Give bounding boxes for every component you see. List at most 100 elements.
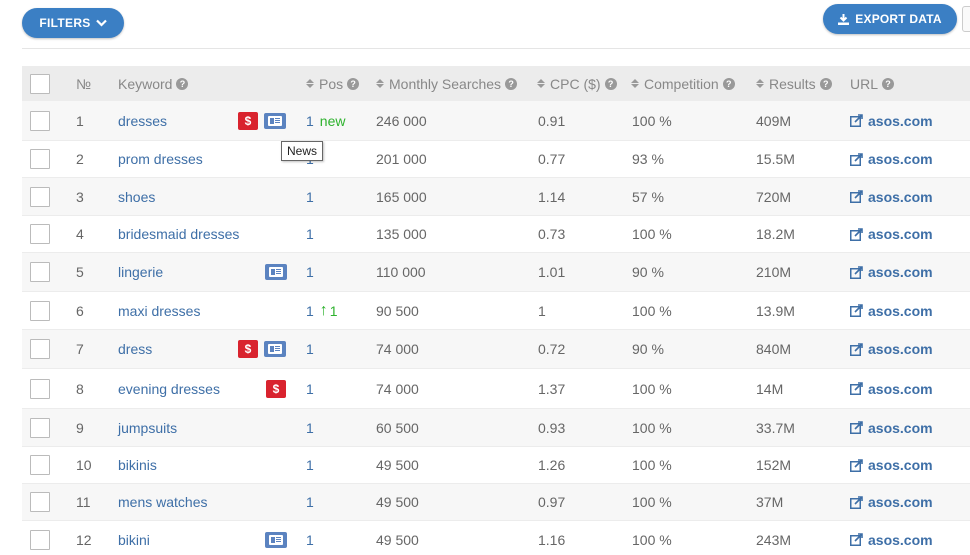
row-select-cell <box>30 141 50 177</box>
keyword-link[interactable]: prom dresses <box>118 141 203 177</box>
header-pos[interactable]: Pos ? <box>306 66 360 101</box>
url-link[interactable]: asos.com <box>850 484 933 520</box>
monthly-searches-value: 49 500 <box>376 457 419 473</box>
keyword-link[interactable]: dresses <box>118 101 167 140</box>
row-checkbox[interactable] <box>30 149 50 169</box>
header-monthly-searches[interactable]: Monthly Searches ? <box>376 66 518 101</box>
filters-button[interactable]: FILTERS <box>22 8 124 38</box>
keyword-link[interactable]: bikinis <box>118 447 157 483</box>
row-checkbox[interactable] <box>30 455 50 475</box>
header-keyword[interactable]: Keyword ? <box>118 66 189 101</box>
url-link[interactable]: asos.com <box>850 409 933 446</box>
help-icon[interactable]: ? <box>347 77 360 90</box>
competition-value: 90 % <box>632 341 664 357</box>
keyword-link[interactable]: lingerie <box>118 253 163 291</box>
row-checkbox[interactable] <box>30 492 50 512</box>
table-row: 2prom dresses1201 0000.7793 %15.5Masos.c… <box>22 141 970 178</box>
help-icon[interactable]: ? <box>722 77 735 90</box>
select-all-checkbox[interactable] <box>30 73 50 94</box>
url-link[interactable]: asos.com <box>850 292 933 329</box>
header-cpc[interactable]: CPC ($) ? <box>537 66 617 101</box>
help-icon[interactable]: ? <box>176 77 189 90</box>
row-checkbox[interactable] <box>30 224 50 244</box>
news-icon[interactable] <box>264 341 286 357</box>
table-row: 4 bridesmaid dresses 1 135 000 0.73 100 % 18.2… <box>22 216 970 253</box>
url-text: asos.com <box>868 341 933 357</box>
url-text: asos.com <box>868 457 933 473</box>
position-value: 1 <box>306 112 314 129</box>
position-cell: 1 <box>306 369 314 408</box>
results-value: 840M <box>756 341 792 357</box>
url-link[interactable]: asos.com <box>850 521 933 555</box>
url-link[interactable]: asos.com <box>850 101 933 140</box>
keyword-badges: $ <box>266 369 286 408</box>
help-icon[interactable]: ? <box>819 77 832 90</box>
row-checkbox[interactable] <box>30 417 50 438</box>
url-link[interactable]: asos.com <box>850 330 933 368</box>
results-value: 152M <box>756 457 792 473</box>
url-link[interactable]: asos.com <box>850 178 933 215</box>
sort-icon <box>537 79 545 88</box>
results-value: 37M <box>756 494 784 510</box>
row-checkbox[interactable] <box>30 529 50 550</box>
results-value: 409M <box>756 112 792 129</box>
row-checkbox[interactable] <box>30 186 50 207</box>
position-value: 1 <box>306 188 314 205</box>
cpc-value: 1.16 <box>538 531 566 548</box>
news-icon[interactable] <box>264 112 286 129</box>
table-row: 5 lingerie 1 110 000 1.01 90 % 210M asos.com <box>22 253 970 292</box>
keyword-link[interactable]: bikini <box>118 521 150 555</box>
dollar-icon[interactable]: $ <box>238 111 258 130</box>
header-number: № <box>76 66 91 101</box>
competition-value: 100 % <box>632 380 672 397</box>
results-value: 14M <box>756 380 784 397</box>
dollar-icon[interactable]: $ <box>266 379 286 398</box>
row-checkbox[interactable] <box>30 378 50 399</box>
keyword-link[interactable]: shoes <box>118 178 155 215</box>
dollar-icon[interactable]: $ <box>238 340 258 358</box>
row-number: 6 <box>76 302 84 319</box>
monthly-searches-value: 49 500 <box>376 531 419 548</box>
keyword-link[interactable]: maxi dresses <box>118 292 200 329</box>
help-icon[interactable]: ? <box>882 77 895 90</box>
keyword-link[interactable]: mens watches <box>118 484 207 520</box>
news-icon[interactable] <box>265 531 287 548</box>
keyword-link[interactable]: dress <box>118 330 152 368</box>
competition-value: 100 % <box>632 226 672 242</box>
header-results[interactable]: Results ? <box>756 66 832 101</box>
cpc-value: 0.97 <box>538 494 566 510</box>
row-checkbox[interactable] <box>30 300 50 321</box>
header-keyword-label: Keyword <box>118 75 173 92</box>
table-row: 10 bikinis 1 49 500 1.26 100 % 152M asos.com <box>22 447 970 484</box>
external-link-icon <box>850 533 863 546</box>
url-link[interactable]: asos.com <box>850 253 933 291</box>
cpc-value: 0.77 <box>538 151 566 167</box>
row-select-cell <box>30 101 50 140</box>
url-link[interactable]: asos.com <box>850 216 933 252</box>
row-checkbox[interactable] <box>30 262 50 282</box>
url-link[interactable]: asos.com <box>850 369 933 408</box>
row-checkbox[interactable] <box>30 110 50 131</box>
position-cell: 1 <box>306 253 314 291</box>
news-icon[interactable] <box>265 264 287 280</box>
table-row: 12 bikini 1 49 500 1.16 100 % 243M asos.com <box>22 521 970 555</box>
position-cell: 1 <box>306 216 314 252</box>
url-text: asos.com <box>868 419 933 436</box>
keyword-link[interactable]: evening dresses <box>118 369 220 408</box>
row-checkbox[interactable] <box>30 339 50 359</box>
help-icon[interactable]: ? <box>604 77 617 90</box>
keyword-link[interactable]: bridesmaid dresses <box>118 216 239 252</box>
url-link[interactable]: asos.com <box>850 141 933 177</box>
header-competition[interactable]: Competition ? <box>631 66 735 101</box>
row-select-cell <box>30 216 50 252</box>
table-row: 6 maxi dresses 1 ↑ 1 90 500 1 100 % 13.9M asos.co… <box>22 292 970 330</box>
external-link-icon <box>850 114 863 127</box>
help-icon[interactable]: ? <box>505 77 518 90</box>
position-value: 1 <box>306 341 314 357</box>
url-text: asos.com <box>868 494 933 510</box>
export-data-button[interactable]: EXPORT DATA <box>823 4 957 34</box>
url-link[interactable]: asos.com <box>850 447 933 483</box>
row-number: 4 <box>76 226 84 242</box>
monthly-searches-value: 90 500 <box>376 302 419 319</box>
keyword-link[interactable]: jumpsuits <box>118 409 177 446</box>
